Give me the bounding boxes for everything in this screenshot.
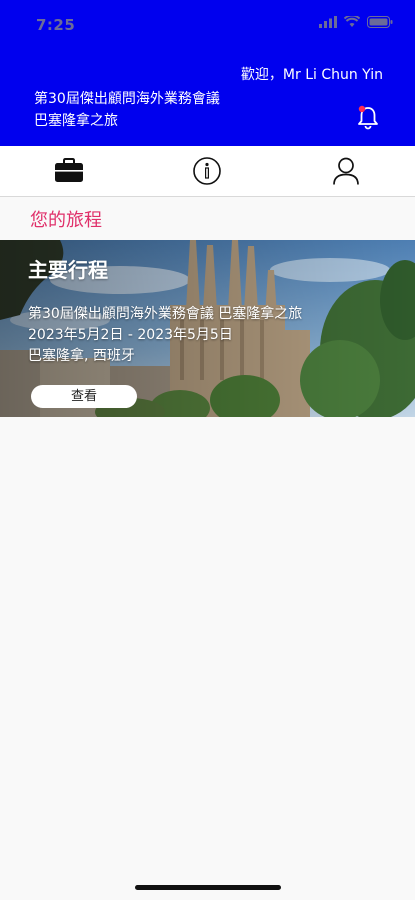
battery-icon [367, 16, 393, 28]
welcome-text: 歡迎，Mr Li Chun Yin [240, 67, 383, 83]
status-time: 7:25 [36, 16, 76, 34]
app-screen: 7:25 歡迎，Mr Li Chun Yin 第30屆傑出顧問海外業務會議 巴塞… [0, 0, 415, 900]
trip-event-name: 第30屆傑出顧問海外業務會議 巴塞隆拿之旅 [28, 306, 303, 322]
status-bar: 7:25 [0, 0, 415, 50]
tab-info[interactable] [138, 146, 276, 196]
info-icon [193, 157, 222, 185]
home-indicator[interactable] [135, 885, 281, 890]
signal-icon [319, 16, 337, 28]
notification-bell-button[interactable] [356, 104, 380, 130]
trip-card-details: 第30屆傑出顧問海外業務會議 巴塞隆拿之旅 2023年5月2日 - 2023年5… [28, 304, 302, 367]
status-icons [319, 16, 393, 28]
wifi-icon [344, 16, 360, 27]
event-title-line1: 第30屆傑出顧問海外業務會議 [34, 91, 220, 107]
event-title-line2: 巴塞隆拿之旅 [34, 113, 118, 129]
section-title: 您的旅程 [30, 210, 102, 231]
header: 7:25 歡迎，Mr Li Chun Yin 第30屆傑出顧問海外業務會議 巴塞… [0, 0, 415, 146]
profile-icon [332, 157, 359, 185]
bell-icon [358, 105, 378, 130]
view-trip-button[interactable]: 查看 [31, 385, 137, 408]
tab-profile[interactable] [277, 146, 415, 196]
event-title: 第30屆傑出顧問海外業務會議 巴塞隆拿之旅 [34, 88, 220, 132]
tab-trips[interactable] [0, 146, 138, 196]
briefcase-icon [55, 158, 84, 182]
notification-dot [358, 105, 366, 113]
trip-card-heading: 主要行程 [28, 258, 108, 282]
trip-location: 巴塞隆拿, 西班牙 [28, 348, 135, 364]
trip-dates: 2023年5月2日 - 2023年5月5日 [28, 327, 233, 343]
tab-bar [0, 146, 415, 197]
trip-card[interactable]: 主要行程 第30屆傑出顧問海外業務會議 巴塞隆拿之旅 2023年5月2日 - 2… [0, 240, 415, 417]
